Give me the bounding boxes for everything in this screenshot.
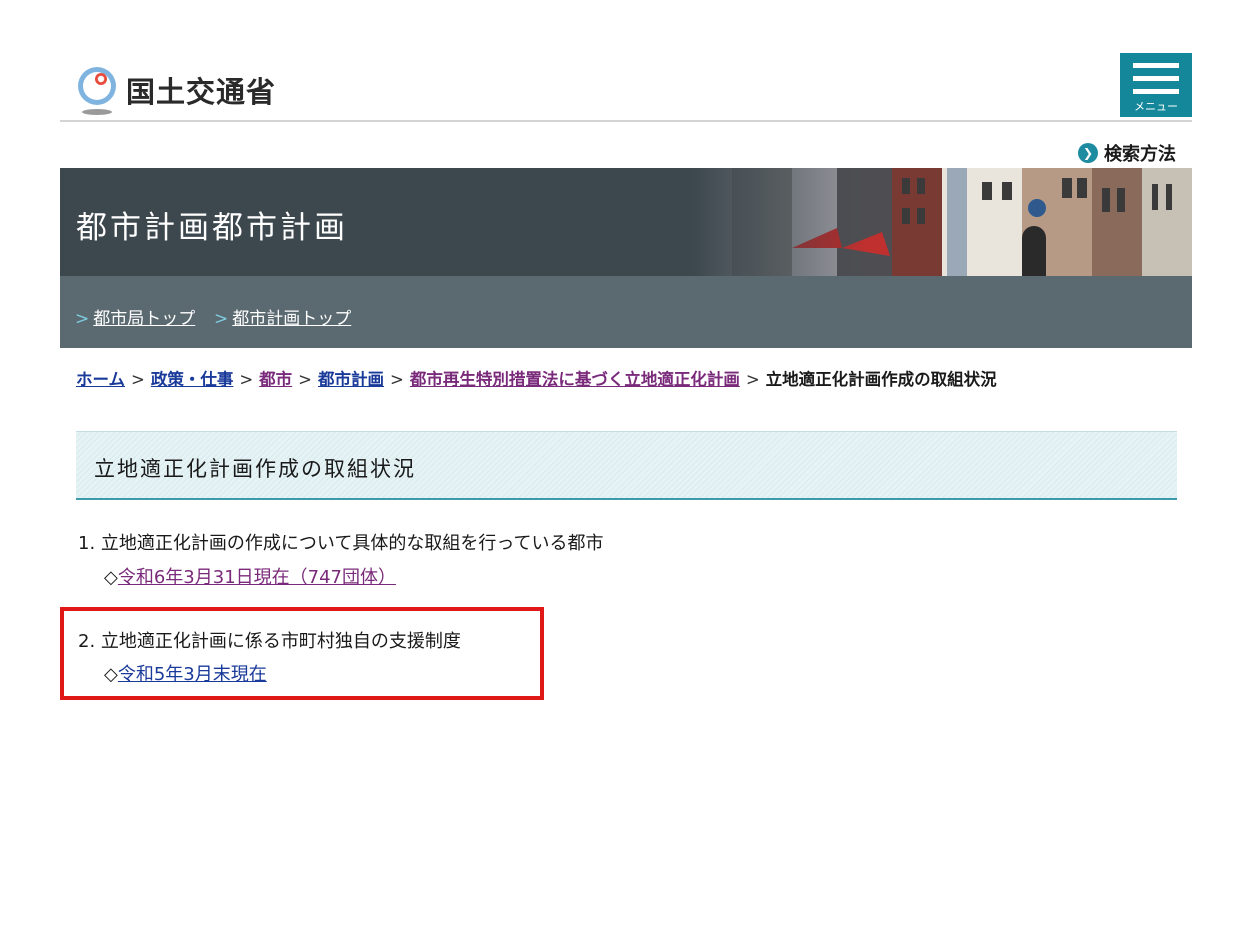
diamond-icon: ◇ <box>104 567 118 588</box>
breadcrumb-separator: > <box>239 370 254 389</box>
mlit-logo-icon <box>74 64 120 116</box>
breadcrumb-separator: > <box>745 370 760 389</box>
hamburger-bar <box>1133 89 1179 94</box>
hamburger-bar <box>1133 76 1179 81</box>
search-method-link[interactable]: ❯ 検索方法 <box>1078 140 1176 166</box>
arrow-right-circle-icon: ❯ <box>1078 143 1098 163</box>
page-heading-box: 立地適正化計画作成の取組状況 <box>76 431 1177 500</box>
breadcrumb-link-location-plan[interactable]: 都市再生特別措置法に基づく立地適正化計画 <box>410 370 740 389</box>
search-method-label: 検索方法 <box>1104 144 1176 165</box>
link-r6-status[interactable]: 令和6年3月31日現在（747団体） <box>118 567 396 588</box>
list-text: 立地適正化計画の作成について具体的な取組を行っている都市 <box>100 533 604 554</box>
subnav-link-label: 都市局トップ <box>93 309 196 329</box>
list-item: 1. 立地適正化計画の作成について具体的な取組を行っている都市 <box>78 529 603 555</box>
menu-button[interactable]: メニュー <box>1120 53 1192 117</box>
highlight-box <box>60 607 544 700</box>
chevron-right-icon: > <box>75 309 90 329</box>
hamburger-icon <box>1133 63 1179 68</box>
breadcrumb-separator: > <box>298 370 312 389</box>
breadcrumb-link-city[interactable]: 都市 <box>259 370 292 389</box>
banner-title: 都市計画都市計画 <box>76 210 348 246</box>
site-header: 国土交通省 メニュー <box>60 52 1192 122</box>
subnav-link-label: 都市計画トップ <box>232 309 352 329</box>
section-banner: 都市計画都市計画 <box>60 168 1192 276</box>
breadcrumb: ホーム > 政策・仕事 > 都市 > 都市計画 > 都市再生特別措置法に基づく立地適正化計画 > 立… <box>76 366 997 390</box>
breadcrumb-link-home[interactable]: ホーム <box>76 370 125 389</box>
section-subnav: > 都市局トップ > 都市計画トップ <box>60 276 1192 348</box>
logo-text: 国土交通省 <box>126 75 277 109</box>
breadcrumb-current: 立地適正化計画作成の取組状況 <box>765 370 997 389</box>
mlit-logo[interactable]: 国土交通省 <box>74 64 276 116</box>
list-number: 1. <box>78 533 96 554</box>
breadcrumb-link-city-planning[interactable]: 都市計画 <box>318 370 384 389</box>
page-title: 立地適正化計画作成の取組状況 <box>94 457 416 481</box>
list-sub-item: ◇令和6年3月31日現在（747団体） <box>104 563 396 589</box>
subnav-link-toshikyoku-top[interactable]: > 都市局トップ <box>75 304 195 329</box>
subnav-link-toshikeikaku-top[interactable]: > 都市計画トップ <box>214 304 351 329</box>
breadcrumb-separator: > <box>131 370 145 389</box>
breadcrumb-link-policy[interactable]: 政策・仕事 <box>151 370 234 389</box>
chevron-right-icon: > <box>214 309 229 329</box>
menu-label: メニュー <box>1134 101 1178 113</box>
breadcrumb-separator: > <box>390 370 404 389</box>
city-buildings-image <box>692 168 1192 276</box>
